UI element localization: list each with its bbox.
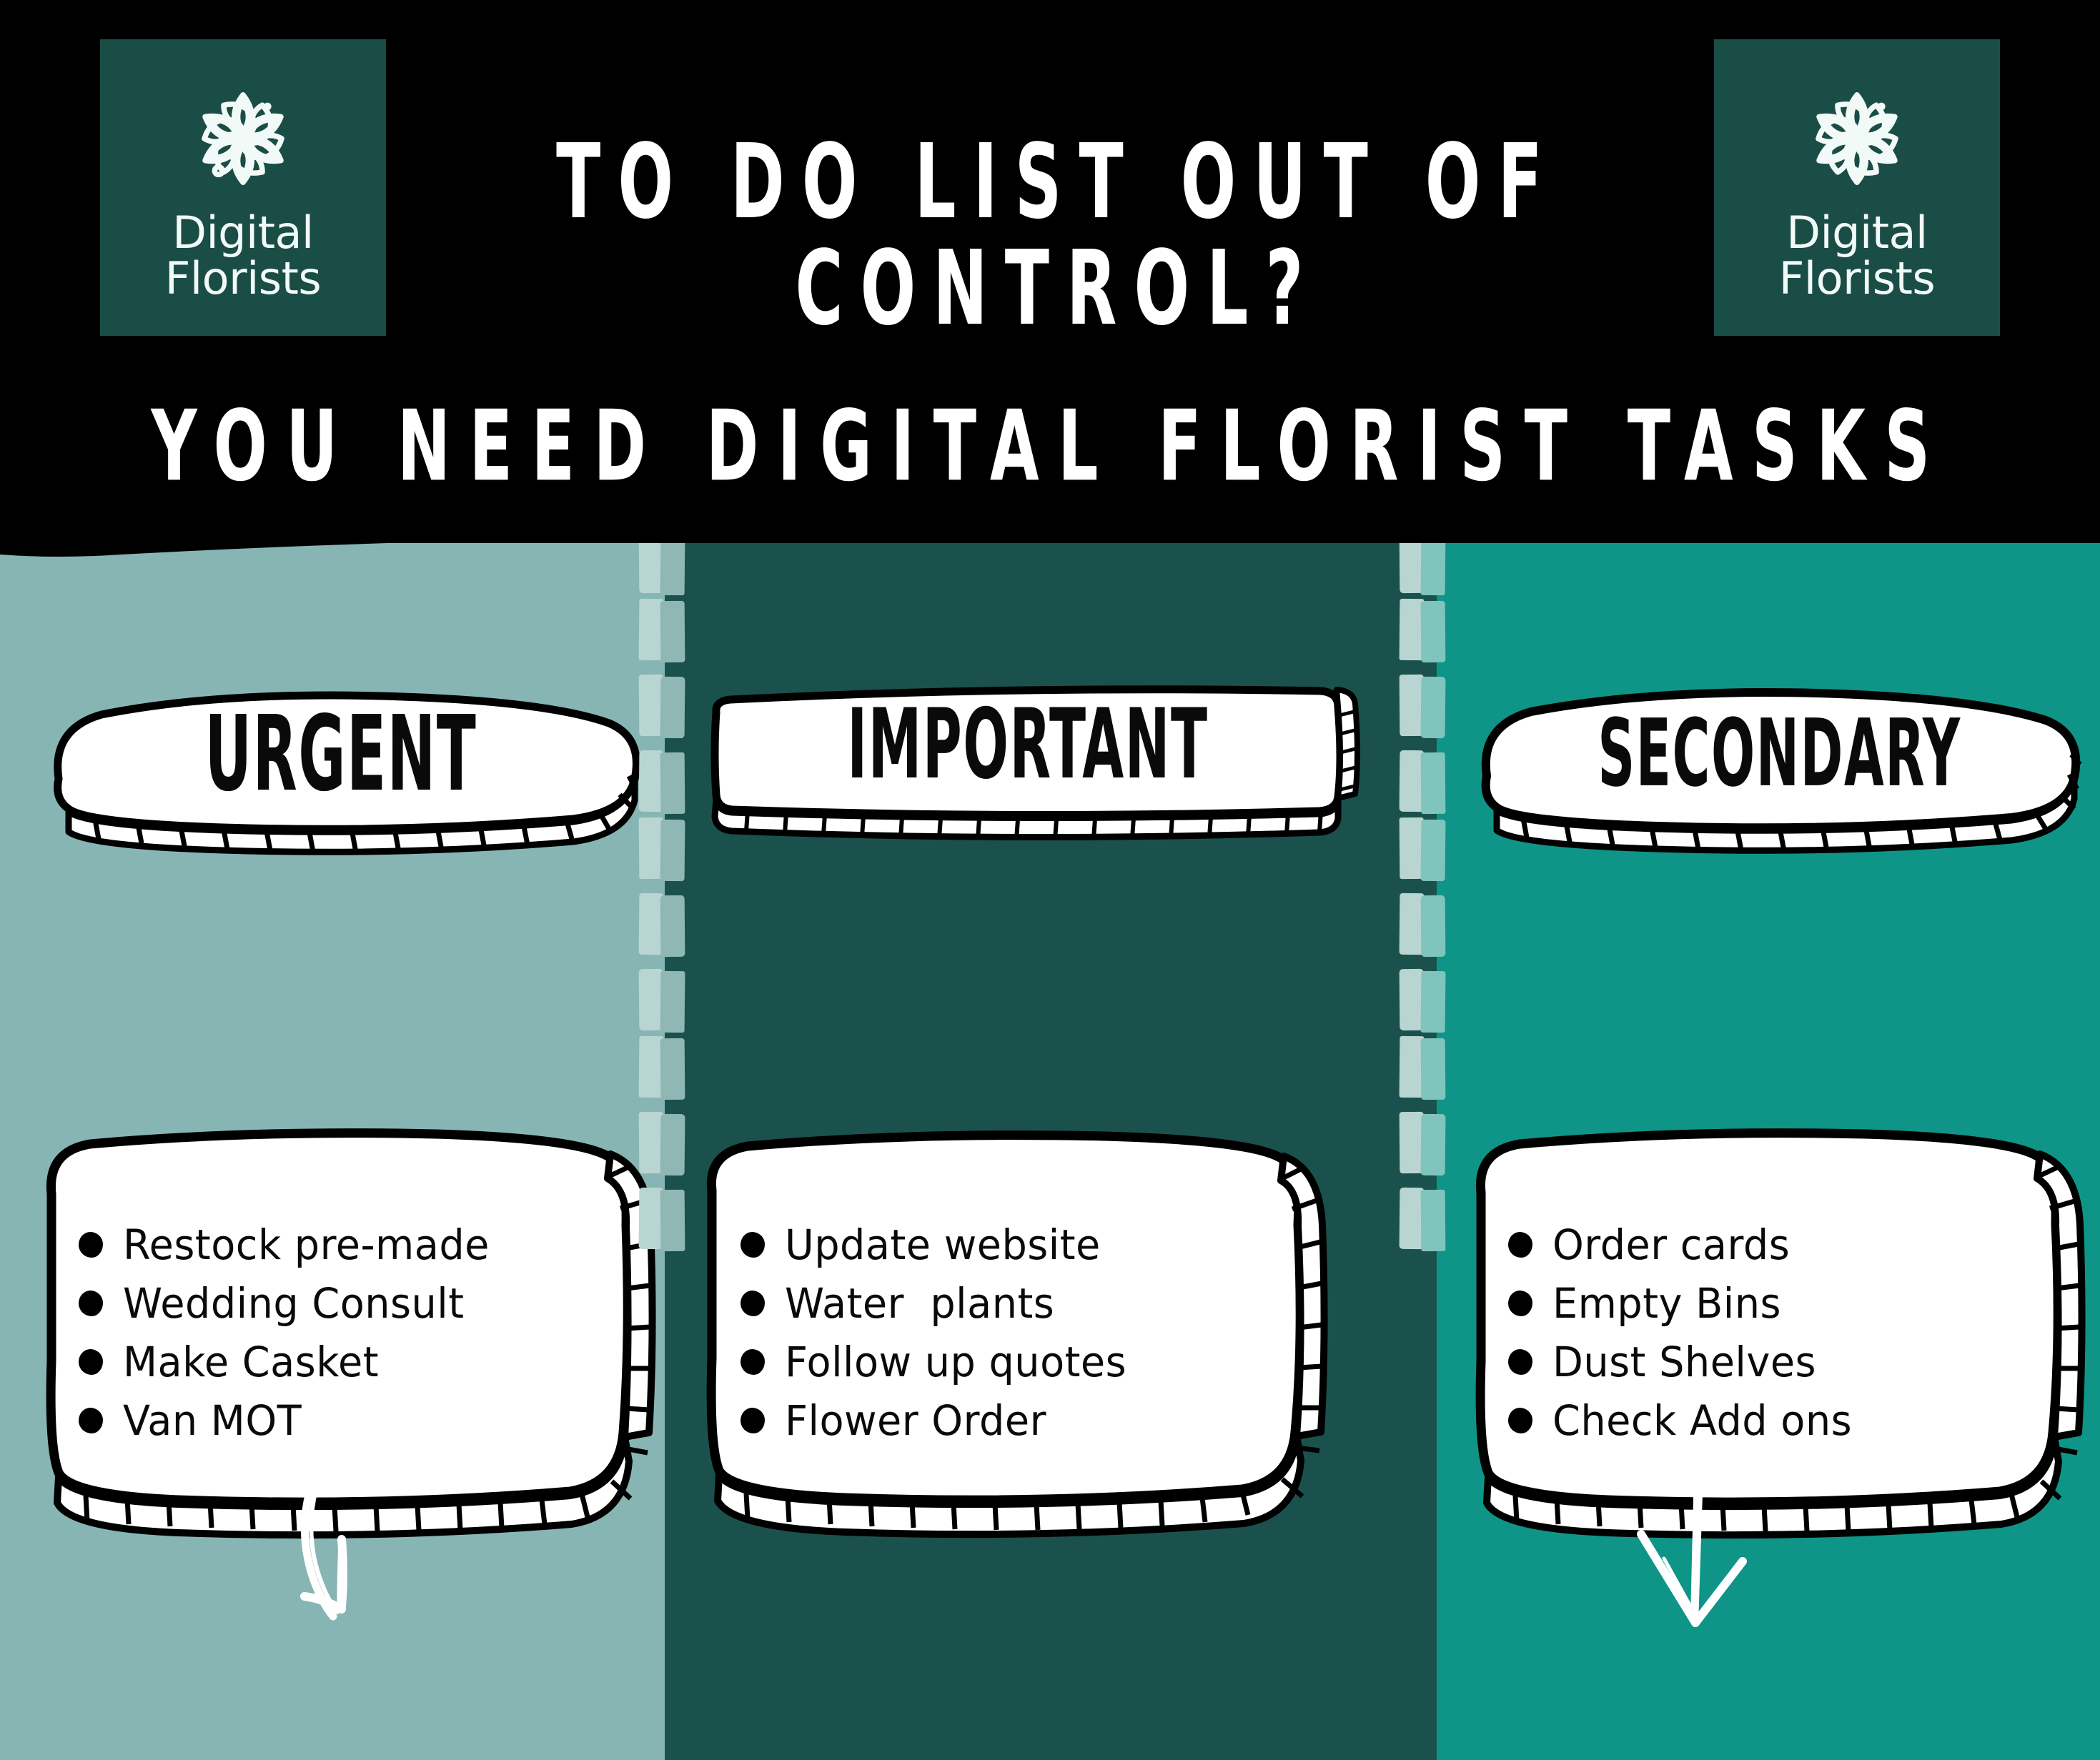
badge-secondary: SECONDARY — [1474, 685, 2085, 854]
list-item: Follow up quotes — [741, 1338, 1269, 1386]
bullet-icon — [1508, 1349, 1532, 1375]
badge-important: IMPORTANT — [706, 682, 1360, 841]
logo-left-line2: Florists — [164, 252, 322, 304]
bullet-icon — [79, 1408, 103, 1433]
bullet-icon — [741, 1408, 765, 1433]
column-urgent: URGENT Restock pre-made Wedding Consult … — [0, 543, 665, 1760]
bullet-icon — [79, 1291, 103, 1316]
bullet-icon — [1508, 1291, 1532, 1316]
bullet-icon — [741, 1349, 765, 1375]
list-item: Make Casket — [79, 1338, 593, 1386]
curved-arrow-down-right-icon — [236, 1422, 450, 1665]
list-item: Restock pre-made — [79, 1220, 593, 1269]
bullet-icon — [741, 1291, 765, 1316]
bullet-icon — [1508, 1232, 1532, 1258]
poster-canvas: URGENT Restock pre-made Wedding Consult … — [0, 0, 2100, 1760]
page-subtitle: YOU NEED DIGITAL FLORIST TASKS — [151, 389, 1949, 504]
logo-right: Digital Florists — [1714, 39, 2000, 336]
badge-important-label: IMPORTANT — [847, 687, 1209, 800]
logo-left-text: Digital Florists — [165, 207, 322, 300]
logo-right-text: Digital Florists — [1779, 207, 1936, 300]
task-list-important: Update website Water plants Follow up qu… — [741, 1172, 1269, 1493]
list-item: Dust Shelves — [1508, 1338, 2023, 1386]
header-band: Digital Florists TO DO LIST OUT OF CONTR… — [0, 0, 2100, 543]
badge-urgent: URGENT — [44, 686, 640, 855]
straight-arrow-down-icon — [1594, 1426, 1794, 1669]
page-title: TO DO LIST OUT OF CONTROL? — [429, 121, 1687, 348]
bullet-icon — [79, 1349, 103, 1375]
columns-container: URGENT Restock pre-made Wedding Consult … — [0, 543, 2100, 1760]
list-item: Empty Bins — [1508, 1279, 2023, 1328]
page-title-line2: CONTROL? — [795, 227, 1321, 348]
list-item: Flower Order — [741, 1396, 1269, 1445]
list-item: Wedding Consult — [79, 1279, 593, 1328]
column-important: IMPORTANT Update website Water plants Fo… — [665, 543, 1747, 1760]
badge-urgent-label: URGENT — [204, 694, 477, 815]
list-item: Order cards — [1508, 1220, 2023, 1269]
list-item: Water plants — [741, 1279, 1269, 1328]
bullet-icon — [79, 1232, 103, 1258]
task-card-important: Update website Water plants Follow up qu… — [698, 1129, 1334, 1551]
logo-right-line1: Digital — [1786, 207, 1928, 259]
logo-left-line1: Digital — [172, 207, 314, 259]
logo-right-line2: Florists — [1778, 252, 1936, 304]
flower-mandala-icon — [202, 92, 284, 186]
logo-left: Digital Florists — [100, 39, 386, 336]
flower-mandala-icon — [1816, 92, 1898, 186]
bullet-icon — [1508, 1408, 1532, 1433]
list-item: Update website — [741, 1220, 1269, 1269]
bullet-icon — [741, 1232, 765, 1258]
badge-secondary-label: SECONDARY — [1598, 698, 1961, 807]
